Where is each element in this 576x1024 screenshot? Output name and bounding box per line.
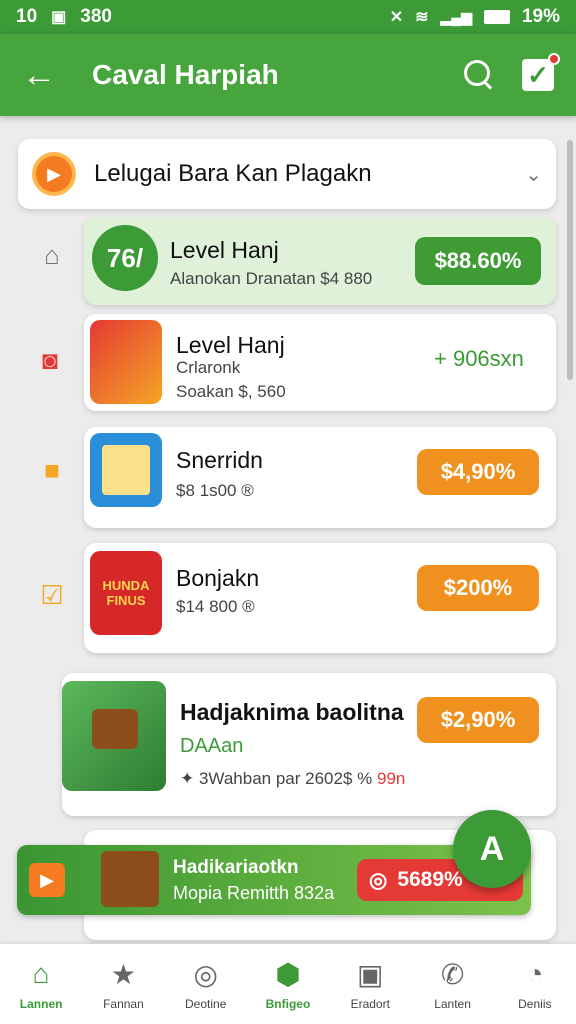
compass-icon: ◎ bbox=[193, 958, 218, 990]
play-logo-icon: ▶ bbox=[32, 152, 76, 196]
nav-label: Lannen bbox=[19, 997, 63, 1011]
treasure-chest-icon bbox=[101, 851, 159, 907]
search-icon[interactable] bbox=[462, 58, 496, 92]
battery-icon bbox=[483, 10, 510, 24]
mute-icon: ✕ bbox=[389, 9, 404, 26]
nav-label: Eradort bbox=[350, 997, 390, 1011]
nav-label: Fannan bbox=[103, 997, 144, 1011]
nav-item-deotine[interactable]: ◎ Deotine bbox=[165, 944, 247, 1024]
price-text[interactable]: + 906sxn bbox=[434, 346, 524, 372]
level-badge: 76/ bbox=[92, 225, 158, 291]
item-subtitle: $14 800 ® bbox=[176, 597, 255, 616]
item-name: Hadjaknima baolitna bbox=[180, 699, 404, 725]
nav-item-eradort[interactable]: ▣ Eradort bbox=[329, 944, 411, 1024]
checkbox-icon[interactable]: ✓ bbox=[522, 53, 560, 91]
checkbox-icon: ☑ bbox=[40, 579, 64, 610]
item-thumbnail: HUNDA FINUS bbox=[90, 551, 162, 635]
status-icon: ▣ bbox=[51, 9, 67, 26]
banner-title: Hadikariaotkn bbox=[173, 857, 299, 878]
bottom-nav: ⌂ Lannen ★ Fannan ◎ Deotine ⬢ Bnfigeo ▣ … bbox=[0, 944, 576, 1024]
item-thumbnail bbox=[62, 681, 166, 791]
status-time: 10 bbox=[16, 6, 38, 27]
page-title: Caval Harpiah bbox=[92, 59, 279, 90]
nav-item-lanten[interactable]: ✆ Lanten bbox=[411, 944, 493, 1024]
phone-icon: ✆ bbox=[440, 958, 465, 990]
play-icon: ▶ bbox=[29, 863, 65, 897]
signal-icon: ▂▄▆ bbox=[440, 8, 472, 25]
nav-item-bnfigeo[interactable]: ⬢ Bnfigeo bbox=[247, 944, 329, 1024]
price-button[interactable]: $200% bbox=[417, 565, 539, 611]
coin-icon: ◎ bbox=[369, 868, 388, 892]
cube-icon: ⬢ bbox=[275, 958, 301, 990]
scrollbar[interactable] bbox=[567, 140, 573, 380]
item-subtitle: DAAan bbox=[180, 735, 244, 757]
nav-label: Deotine bbox=[185, 997, 227, 1011]
arrow-left-icon[interactable]: ← bbox=[22, 56, 66, 95]
house-icon: ⌂ bbox=[44, 239, 60, 270]
wifi-icon: ≋ bbox=[415, 9, 429, 26]
list-item[interactable]: Level Hanj Crlaronk Soakan $, 560 + 906s… bbox=[84, 314, 556, 411]
nav-item-deniis[interactable]: ◔ Deniis bbox=[494, 944, 576, 1024]
item-thumbnail bbox=[90, 433, 162, 507]
star-icon: ★ bbox=[110, 958, 136, 990]
app-bar: ← Caval Harpiah ✓ bbox=[0, 34, 576, 116]
lock-icon: ■ bbox=[44, 454, 60, 485]
dropdown-label: Lelugai Bara Kan Plagakn bbox=[94, 160, 372, 187]
inbox-icon: ▣ bbox=[357, 958, 384, 990]
price-button[interactable]: $4,90% bbox=[417, 449, 539, 495]
status-bar: 10 ▣ 380 ✕ ≋ ▂▄▆ 19% bbox=[0, 0, 576, 34]
item-detail-highlight: 99n bbox=[376, 769, 406, 788]
item-subtitle: Alanokan Dranatan $4 880 bbox=[170, 269, 373, 288]
chevron-down-icon[interactable]: ⌄ bbox=[525, 162, 542, 187]
item-name: Bonjakn bbox=[176, 565, 260, 591]
item-subtitle: $8 1s00 ® bbox=[176, 481, 254, 500]
item-name: Snerridn bbox=[176, 447, 263, 473]
item-thumbnail bbox=[90, 320, 162, 404]
nav-item-fannan[interactable]: ★ Fannan bbox=[82, 944, 164, 1024]
list-item[interactable]: HUNDA FINUS Bonjakn $14 800 ® $200% bbox=[84, 543, 556, 653]
item-name: Level Hanj bbox=[170, 237, 279, 263]
basket-icon: ◙ bbox=[42, 344, 58, 375]
nav-label: Deniis bbox=[518, 997, 552, 1011]
nav-label: Bnfigeo bbox=[265, 997, 311, 1011]
item-name: Level Hanj bbox=[176, 332, 285, 358]
item-detail: Soakan $, 560 bbox=[176, 382, 286, 401]
list-item[interactable]: 76/ Level Hanj Alanokan Dranatan $4 880 … bbox=[84, 217, 556, 305]
battery-level: 19% bbox=[521, 6, 560, 27]
price-button[interactable]: $2,90% bbox=[417, 697, 539, 743]
list-item[interactable]: Snerridn $8 1s00 ® $4,90% bbox=[84, 427, 556, 528]
nav-label: Lanten bbox=[434, 997, 471, 1011]
banner-subtitle: Mopia Remitth 832a bbox=[173, 883, 335, 903]
item-subtitle: Crlaronk bbox=[176, 358, 241, 377]
notification-dot bbox=[548, 53, 560, 65]
item-detail-text: ✦ 3Wahban par 2602$ % bbox=[180, 769, 373, 788]
notepad-icon bbox=[102, 445, 150, 495]
home-icon: ⌂ bbox=[32, 958, 50, 989]
gauge-icon: ◔ bbox=[526, 958, 544, 989]
price-button[interactable]: $88.60% bbox=[415, 237, 541, 285]
treasure-chest-icon bbox=[92, 709, 138, 749]
nav-item-lannen[interactable]: ⌂ Lannen bbox=[0, 944, 82, 1024]
list-item[interactable]: Hadjaknima baolitna DAAan ✦ 3Wahban par … bbox=[62, 673, 556, 816]
fab-button[interactable]: A bbox=[453, 810, 531, 888]
banner-price: 5689% bbox=[397, 868, 463, 891]
category-dropdown[interactable]: ▶ Lelugai Bara Kan Plagakn ⌄ bbox=[18, 139, 556, 209]
item-detail: ✦ 3Wahban par 2602$ % 99n bbox=[180, 769, 405, 789]
status-num: 380 bbox=[80, 6, 112, 27]
